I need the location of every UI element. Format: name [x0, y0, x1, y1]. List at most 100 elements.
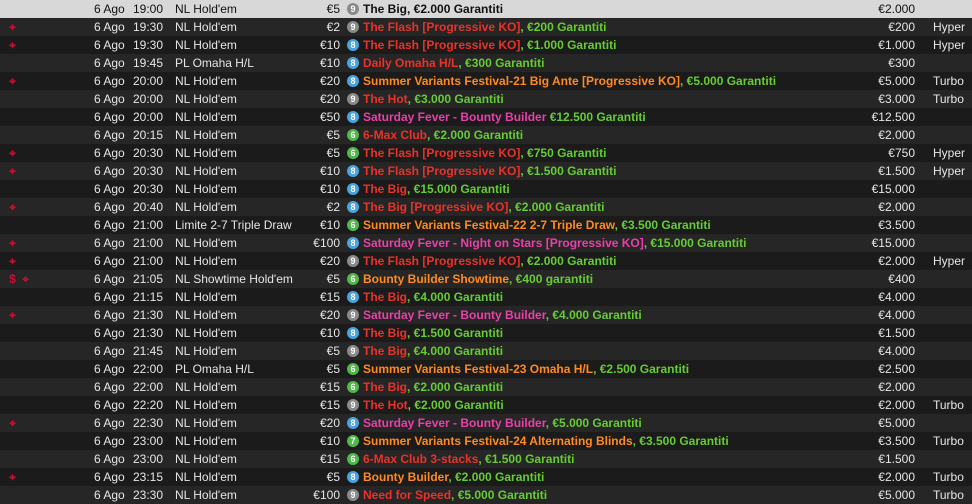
tournament-game: NL Hold'em — [175, 110, 237, 124]
seats-badge: 8 — [347, 291, 359, 303]
tournament-speed — [933, 108, 972, 126]
tournament-game: NL Hold'em — [175, 326, 237, 340]
tournament-guarantee: , €2.000 Garantiti — [520, 254, 617, 268]
seats-badge: 9 — [347, 489, 359, 501]
tournament-guarantee: , €3.500 Garantiti — [632, 434, 729, 448]
tournament-row[interactable]: 6 Ago 20:00 NL Hold'em €20 9 The Hot, €3.… — [0, 90, 972, 108]
tournament-guarantee: , €1.000 Garantiti — [520, 38, 617, 52]
tournament-buyin: €15 — [319, 398, 340, 412]
tournament-speed — [933, 306, 972, 324]
tournament-row[interactable]: 6 Ago 21:30 NL Hold'em €10 8 The Big, €1.… — [0, 324, 972, 342]
tournament-row[interactable]: ⌖ 6 Ago 21:00 NL Hold'em €100 8 Saturday … — [0, 234, 972, 252]
tournament-buyin: €5 — [326, 272, 340, 286]
seats-badge: 8 — [347, 111, 359, 123]
row-icons: ⌖ — [6, 306, 46, 324]
tournament-name: The Big — [363, 380, 407, 394]
tournament-prize: €3.500 — [878, 434, 915, 448]
tournament-name: Summer Variants Festival-21 Big Ante [Pr… — [363, 74, 680, 88]
tournament-row[interactable]: $ ⌖ 6 Ago 21:05 NL Showtime Hold'em €5 6B… — [0, 270, 972, 288]
tournament-row[interactable]: 6 Ago 21:15 NL Hold'em €15 8 The Big, €4.… — [0, 288, 972, 306]
row-icons — [6, 108, 46, 126]
tournament-game: NL Hold'em — [175, 236, 237, 250]
tournament-buyin: €50 — [319, 110, 340, 124]
tournament-guarantee: , €5.000 Garantiti — [545, 416, 642, 430]
tournament-time: 20:00 — [133, 74, 164, 88]
tournament-game: NL Hold'em — [175, 308, 237, 322]
row-icons — [6, 378, 46, 396]
tournament-guarantee: , €15.000 Garantiti — [407, 182, 510, 196]
tournament-row[interactable]: 6 Ago 19:45 PL Omaha H/L €10 8 Daily Omah… — [0, 54, 972, 72]
tournament-row[interactable]: 6 Ago 23:30 NL Hold'em €100 9 Need for Sp… — [0, 486, 972, 504]
tournament-date: 6 Ago — [94, 380, 125, 394]
tournament-row[interactable]: ⌖ 6 Ago 19:30 NL Hold'em €2 9 The Flash [… — [0, 18, 972, 36]
tournament-title: 6 The Flash [Progressive KO], €750 Garant… — [347, 144, 867, 162]
tournament-game: NL Hold'em — [175, 128, 237, 142]
seats-badge: 8 — [347, 57, 359, 69]
tournament-speed — [933, 216, 972, 234]
tournament-prize: €5.000 — [878, 488, 915, 502]
seats-badge: 8 — [347, 75, 359, 87]
tournament-row[interactable]: 6 Ago 21:00 Limite 2-7 Triple Draw €10 6… — [0, 216, 972, 234]
tournament-row[interactable]: ⌖ 6 Ago 19:30 NL Hold'em €10 8 The Flash … — [0, 36, 972, 54]
tournament-time: 19:00 — [133, 2, 164, 16]
tournament-buyin: €20 — [319, 74, 340, 88]
tournament-prize: €400 — [888, 272, 915, 286]
tournament-date: 6 Ago — [94, 488, 125, 502]
tournament-row[interactable]: 6 Ago 22:00 PL Omaha H/L €5 6 Summer Vari… — [0, 360, 972, 378]
tournament-row[interactable]: 6 Ago 20:15 NL Hold'em €5 6 6-Max Club, €… — [0, 126, 972, 144]
tournament-title: 8 Summer Variants Festival-21 Big Ante [P… — [347, 72, 867, 90]
tournament-row[interactable]: 6 Ago 22:00 NL Hold'em €15 6 The Big, €2.… — [0, 378, 972, 396]
tournament-game: NL Hold'em — [175, 488, 237, 502]
row-icons: ⌖ — [6, 144, 46, 162]
target-icon: ⌖ — [9, 200, 16, 214]
seats-badge: 8 — [347, 327, 359, 339]
tournament-row[interactable]: 6 Ago 23:00 NL Hold'em €15 6 6-Max Club 3… — [0, 450, 972, 468]
tournament-speed: Turbo — [933, 488, 964, 502]
row-icons — [6, 90, 46, 108]
row-icons — [6, 432, 46, 450]
tournament-row[interactable]: ⌖ 6 Ago 23:15 NL Hold'em €5 8 Bounty Buil… — [0, 468, 972, 486]
tournament-speed — [933, 450, 972, 468]
tournament-name: 6-Max Club — [363, 128, 428, 142]
tournament-time: 20:40 — [133, 200, 164, 214]
tournament-row[interactable]: 6 Ago 20:30 NL Hold'em €10 8 The Big, €15… — [0, 180, 972, 198]
tournament-row[interactable]: ⌖ 6 Ago 20:30 NL Hold'em €10 8 The Flash … — [0, 162, 972, 180]
tournament-time: 20:00 — [133, 92, 164, 106]
target-icon: ⌖ — [9, 254, 16, 268]
row-icons — [6, 396, 46, 414]
tournament-name: The Flash [Progressive KO] — [363, 38, 521, 52]
tournament-speed — [933, 234, 972, 252]
tournament-game: NL Hold'em — [175, 20, 237, 34]
target-icon: ⌖ — [9, 470, 16, 484]
tournament-guarantee: , €2.000 Garantiti — [508, 200, 605, 214]
tournament-row[interactable]: ⌖ 6 Ago 20:40 NL Hold'em €2 8 The Big [Pr… — [0, 198, 972, 216]
tournament-buyin: €20 — [319, 254, 340, 268]
tournament-row[interactable]: 6 Ago 19:00 NL Hold'em €5 9 The Big, €2.0… — [0, 0, 972, 18]
tournament-speed: Turbo — [933, 398, 964, 412]
row-icons: $ ⌖ — [6, 270, 46, 288]
target-icon: ⌖ — [9, 38, 16, 52]
row-icons: ⌖ — [6, 36, 46, 54]
tournament-game: PL Omaha H/L — [175, 56, 254, 70]
tournament-prize: €3.000 — [878, 92, 915, 106]
tournament-row[interactable]: ⌖ 6 Ago 20:00 NL Hold'em €20 8 Summer Var… — [0, 72, 972, 90]
target-icon: ⌖ — [9, 164, 16, 178]
tournament-name: The Big — [363, 182, 407, 196]
tournament-title: 8 Bounty Builder, €2.000 Garantiti — [347, 468, 867, 486]
tournament-row[interactable]: 6 Ago 20:00 NL Hold'em €50 8 Saturday Fev… — [0, 108, 972, 126]
tournament-time: 21:30 — [133, 308, 164, 322]
tournament-row[interactable]: ⌖ 6 Ago 21:00 NL Hold'em €20 9 The Flash … — [0, 252, 972, 270]
tournament-title: 6 Summer Variants Festival-22 2-7 Triple … — [347, 216, 867, 234]
tournament-row[interactable]: 6 Ago 23:00 NL Hold'em €10 7 Summer Varia… — [0, 432, 972, 450]
tournament-row[interactable]: 6 Ago 22:20 NL Hold'em €15 9 The Hot, €2.… — [0, 396, 972, 414]
tournament-row[interactable]: ⌖ 6 Ago 21:30 NL Hold'em €20 9 Saturday F… — [0, 306, 972, 324]
tournament-time: 23:00 — [133, 434, 164, 448]
row-icons: ⌖ — [6, 414, 46, 432]
tournament-guarantee: , €2.000 Garantiti — [407, 380, 504, 394]
seats-badge: 6 — [347, 363, 359, 375]
tournament-date: 6 Ago — [94, 20, 125, 34]
tournament-row[interactable]: ⌖ 6 Ago 22:30 NL Hold'em €20 8 Saturday F… — [0, 414, 972, 432]
tournament-row[interactable]: ⌖ 6 Ago 20:30 NL Hold'em €5 6 The Flash [… — [0, 144, 972, 162]
tournament-game: NL Hold'em — [175, 344, 237, 358]
tournament-row[interactable]: 6 Ago 21:45 NL Hold'em €5 9 The Big, €4.0… — [0, 342, 972, 360]
